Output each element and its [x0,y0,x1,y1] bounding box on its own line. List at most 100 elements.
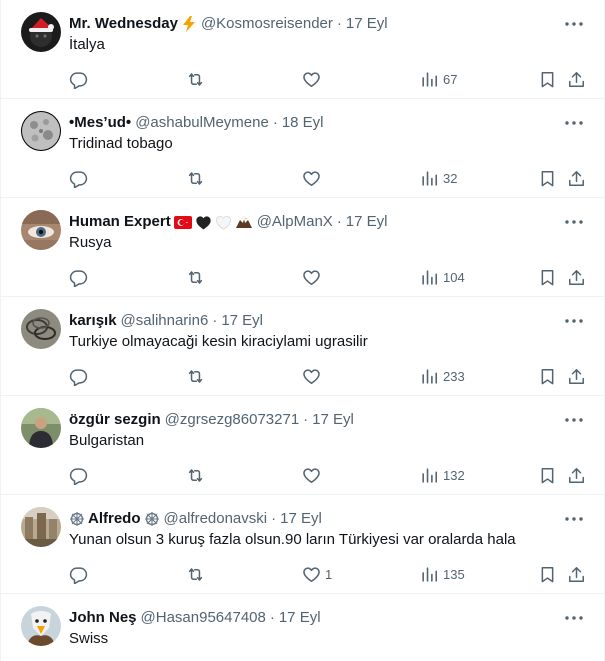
tweet-text: Turkiye olmayacaği kesin kiraciylami ugr… [69,333,368,350]
user-handle[interactable]: @alfredonavski [164,509,268,529]
retweet-button[interactable] [186,464,209,486]
bookmark-icon [541,566,554,582]
retweet-button[interactable] [186,266,209,288]
user-handle[interactable]: @Kosmosreisender [201,14,333,34]
views-button[interactable]: 104 [420,266,465,288]
share-button[interactable] [567,563,586,585]
avatar[interactable] [21,111,61,151]
user-handle[interactable]: @ashabulMeymene [135,113,269,133]
retweet-icon [188,270,203,284]
like-button[interactable] [302,365,325,387]
reply-button[interactable] [69,266,92,288]
reply-button[interactable] [69,68,92,90]
avatar[interactable] [21,606,61,646]
separator-dot: · [336,15,342,32]
tweet-text: Rusya [69,234,112,251]
retweet-button[interactable] [186,167,209,189]
retweet-button[interactable] [186,365,209,387]
views-button[interactable]: 67 [420,68,457,90]
avatar[interactable] [21,309,61,349]
like-button[interactable] [302,266,325,288]
display-name[interactable]: John Neş [69,608,137,628]
views-button[interactable]: 32 [420,167,457,189]
avatar-image [21,606,61,646]
avatar[interactable] [21,408,61,448]
user-handle[interactable]: @Hasan95647408 [141,608,266,628]
share-button[interactable] [567,68,586,90]
display-name[interactable]: Mr. Wednesday [69,14,178,34]
retweet-button[interactable] [186,68,209,90]
retweet-button[interactable] [186,563,209,585]
tweet-actions: 1 135 [69,563,589,585]
display-name[interactable]: özgür sezgin [69,410,161,430]
tweet-date[interactable]: 18 Eyl [282,113,324,133]
share-button[interactable] [567,464,586,486]
tweet-date[interactable]: 17 Eyl [346,14,388,34]
bar-chart-icon [422,467,438,483]
bookmark-button[interactable] [538,365,557,387]
avatar-image [21,408,61,448]
avatar[interactable] [21,210,61,250]
reply-button[interactable] [69,167,92,189]
tweet-date[interactable]: 17 Eyl [346,212,388,232]
tweet[interactable]: Human Expert @AlpManX · 17 Eyl Rusya 104 [1,198,604,297]
like-button[interactable] [302,167,325,189]
separator-dot: · [336,213,342,230]
share-button[interactable] [567,365,586,387]
avatar[interactable] [21,507,61,547]
like-button[interactable] [302,68,325,90]
tweet[interactable]: •Mes’ud• @ashabulMeymene · 18 Eyl Tridin… [1,99,604,198]
tweet-date[interactable]: 17 Eyl [280,509,322,529]
display-name[interactable]: karışık [69,311,117,331]
display-name[interactable]: Human Expert [69,212,171,232]
more-dots-icon[interactable] [564,14,584,34]
tweet[interactable]: Alfredo @alfredonavski · 17 Eyl Yunan ol… [1,495,604,594]
share-button[interactable] [567,266,586,288]
more-dots-icon[interactable] [564,113,584,133]
like-button[interactable]: 1 [302,563,332,585]
user-handle[interactable]: @zgrsezg86073271 [165,410,300,430]
display-name[interactable]: Alfredo [88,509,141,529]
view-count: 135 [443,566,465,582]
heart-icon [303,566,320,582]
share-button[interactable] [567,167,586,189]
reply-button[interactable] [69,563,92,585]
tweet-header: •Mes’ud• @ashabulMeymene · 18 Eyl [69,113,554,133]
bookmark-button[interactable] [538,563,557,585]
reply-button[interactable] [69,464,92,486]
retweet-icon [188,72,203,86]
tweet-date[interactable]: 17 Eyl [221,311,263,331]
more-dots-icon[interactable] [564,608,584,628]
bookmark-button[interactable] [538,266,557,288]
display-name[interactable]: •Mes’ud• [69,113,131,133]
bookmark-button[interactable] [538,68,557,90]
more-dots-icon[interactable] [564,410,584,430]
view-count: 67 [443,71,458,87]
heart-icon [303,269,320,285]
avatar[interactable] [21,12,61,52]
views-button[interactable]: 233 [420,365,465,387]
more-dots-icon[interactable] [564,212,584,232]
tweet-date[interactable]: 17 Eyl [279,608,321,628]
bookmark-button[interactable] [538,464,557,486]
more-dots-icon[interactable] [564,311,584,331]
tweet[interactable]: Mr. Wednesday @Kosmosreisender · 17 Eyl … [1,0,604,99]
reply-button[interactable] [69,365,92,387]
views-button[interactable]: 132 [420,464,465,486]
tweet[interactable]: karışık @salihnarin6 · 17 Eyl Turkiye ol… [1,297,604,396]
tweet-date[interactable]: 17 Eyl [312,410,354,430]
bookmark-button[interactable] [538,167,557,189]
tweet-text: İtalya [69,36,105,53]
tweet[interactable]: özgür sezgin @zgrsezg86073271 · 17 Eyl B… [1,396,604,495]
tweet[interactable]: John Neş @Hasan95647408 · 17 Eyl Swiss [1,594,604,661]
more-dots-icon[interactable] [564,509,584,529]
separator-dot: · [303,411,309,428]
tweet-header: özgür sezgin @zgrsezg86073271 · 17 Eyl [69,410,554,430]
tweet-header: John Neş @Hasan95647408 · 17 Eyl [69,608,554,628]
tweet-actions: 132 [69,464,589,486]
like-button[interactable] [302,464,325,486]
user-handle[interactable]: @AlpManX [257,212,333,232]
views-button[interactable]: 135 [420,563,465,585]
user-handle[interactable]: @salihnarin6 [121,311,209,331]
tweet-header: karışık @salihnarin6 · 17 Eyl [69,311,554,331]
